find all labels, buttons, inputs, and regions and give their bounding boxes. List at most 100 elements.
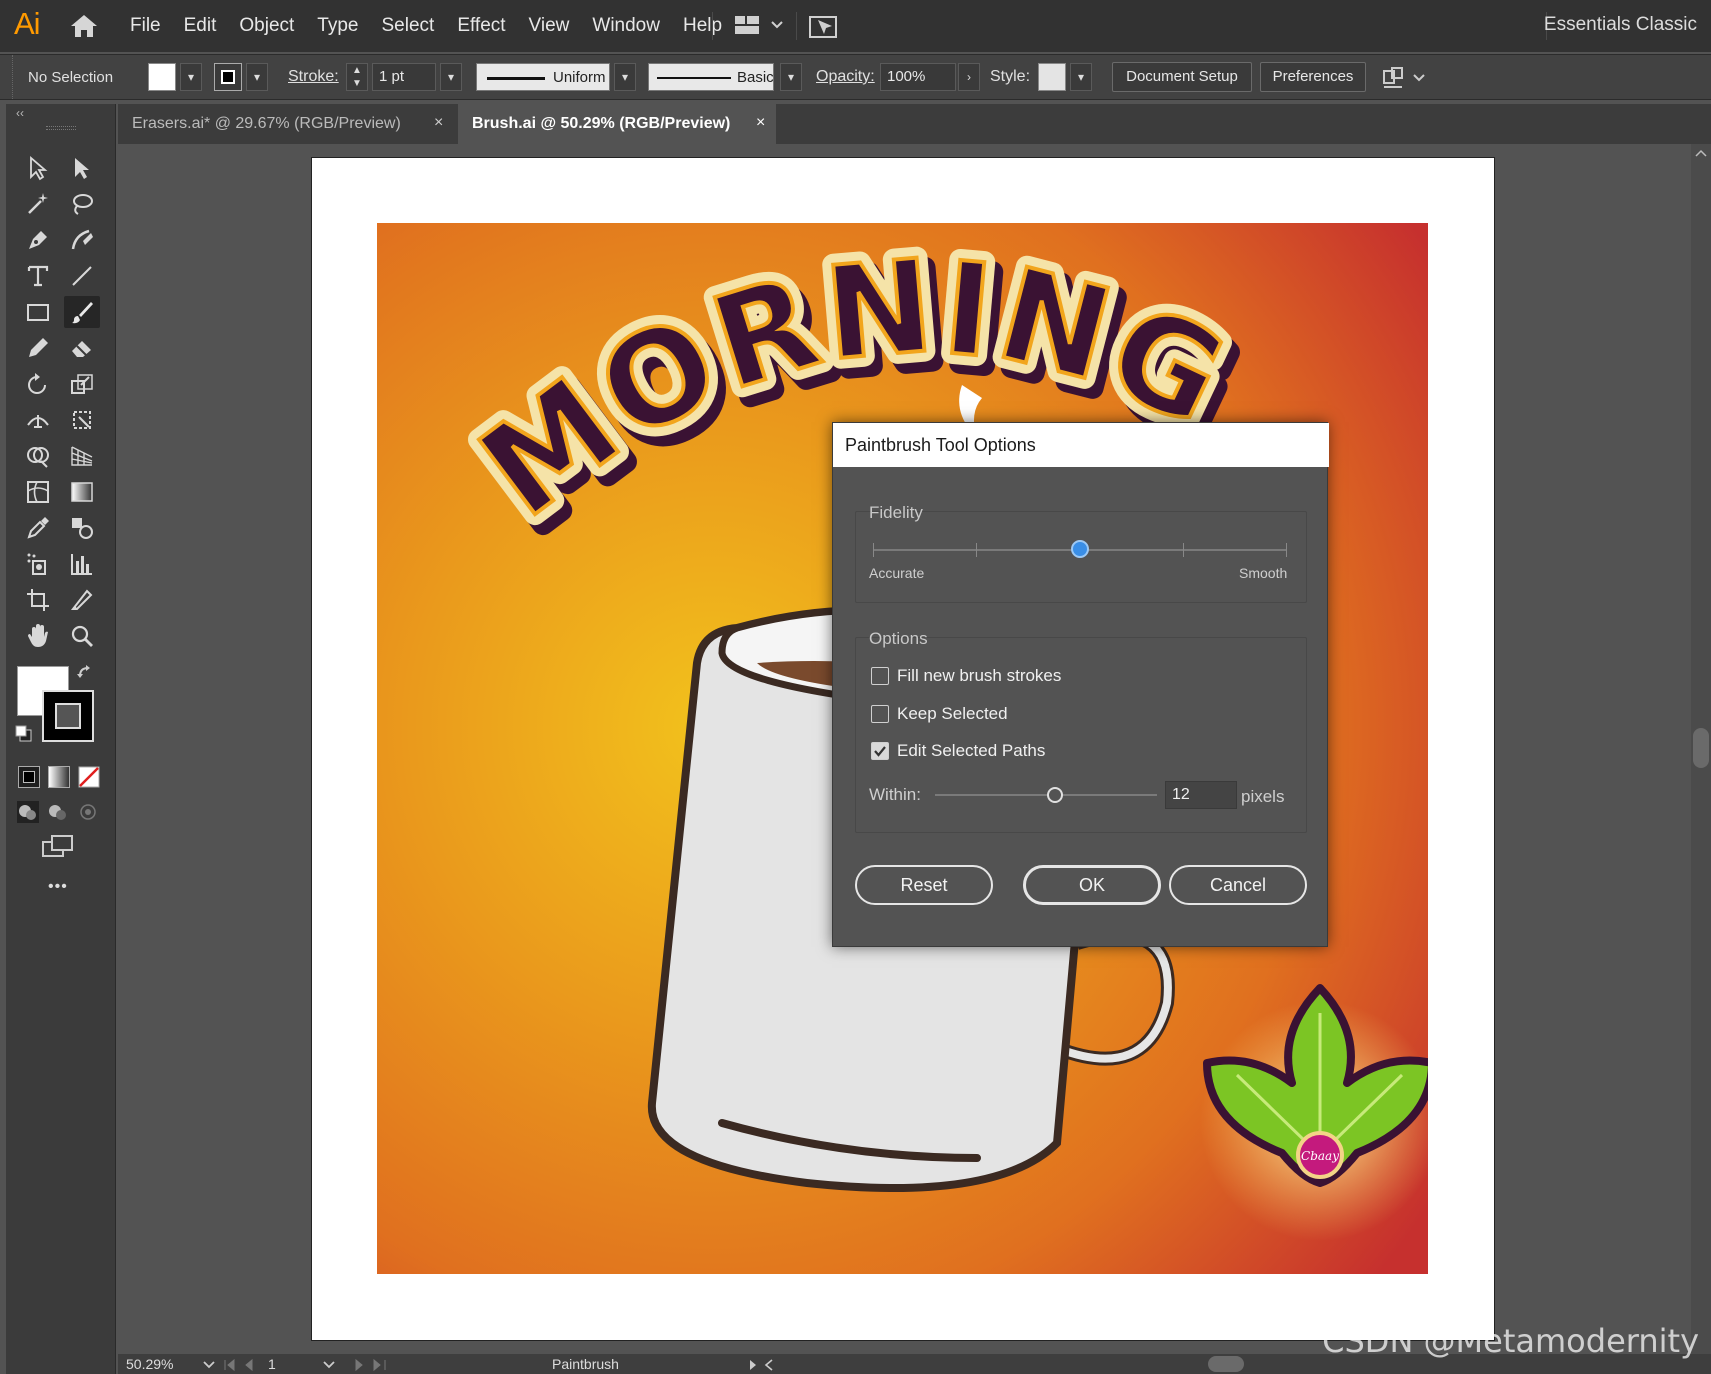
edit-toolbar-button[interactable]: ••• [48,878,68,896]
fidelity-slider-thumb[interactable] [1071,540,1089,558]
fill-dropdown[interactable]: ▾ [180,63,202,91]
stroke-label[interactable]: Stroke: [288,68,339,86]
tab-brush-close-icon[interactable]: × [756,114,765,132]
keep-selected-label[interactable]: Keep Selected [897,704,1008,724]
tab-brush[interactable]: Brush.ai @ 50.29% (RGB/Preview) [458,104,776,144]
zoom-level[interactable]: 50.29% [126,1356,173,1372]
chevron-down-icon[interactable] [1412,65,1426,91]
cancel-button[interactable]: Cancel [1169,865,1307,905]
gradient-tool[interactable] [64,476,100,508]
arrange-icon[interactable] [1380,65,1406,91]
document-setup-button[interactable]: Document Setup [1112,62,1252,92]
draw-inside-icon[interactable] [76,800,100,824]
hand-tool[interactable] [20,620,56,652]
menu-file[interactable]: File [130,15,161,37]
artboard-number[interactable]: 1 [268,1356,276,1372]
edit-selected-paths-checkbox[interactable] [871,742,889,760]
shape-builder-tool[interactable] [20,440,56,472]
opacity-field[interactable]: 100% [880,63,956,91]
opacity-label[interactable]: Opacity: [816,68,875,86]
menu-effect[interactable]: Effect [457,15,505,37]
within-pixels-input[interactable]: 12 [1165,781,1237,809]
style-swatch[interactable] [1038,63,1066,91]
stroke-weight-dropdown[interactable]: ▾ [440,63,462,91]
column-graph-tool[interactable] [64,548,100,580]
stroke-weight-field[interactable]: 1 pt [372,63,436,91]
line-segment-tool[interactable] [64,260,100,292]
home-icon[interactable] [68,12,100,40]
fill-new-brush-strokes-label[interactable]: Fill new brush strokes [897,666,1061,686]
eyedropper-tool[interactable] [20,512,56,544]
swap-fill-stroke-icon[interactable] [76,664,96,684]
scale-tool[interactable] [64,368,100,400]
menu-object[interactable]: Object [239,15,294,37]
stroke-dropdown[interactable]: ▾ [246,63,268,91]
paintbrush-tool[interactable] [64,296,100,328]
eraser-tool[interactable] [64,332,100,364]
chevron-down-icon[interactable] [202,1358,216,1372]
stroke-color-box[interactable] [42,690,94,742]
vertical-scroll-thumb[interactable] [1693,728,1709,768]
horizontal-scroll-thumb[interactable] [1208,1356,1244,1372]
zoom-tool[interactable] [64,620,100,652]
rectangle-tool[interactable] [20,296,56,328]
status-menu-arrows-icon[interactable] [746,1358,776,1372]
pen-tool[interactable] [20,224,56,256]
scroll-up-icon[interactable] [1695,148,1707,158]
menu-select[interactable]: Select [382,15,435,37]
menu-type[interactable]: Type [317,15,358,37]
menu-edit[interactable]: Edit [184,15,217,37]
fill-new-brush-strokes-checkbox[interactable] [871,667,889,685]
workspace-switcher[interactable]: Essentials Classic [1544,14,1697,36]
gpu-performance-icon[interactable] [808,14,838,40]
curvature-tool[interactable] [64,224,100,256]
screen-mode-icon[interactable] [40,832,76,862]
first-previous-artboard-icon[interactable] [222,1358,262,1372]
opacity-arrow[interactable]: › [958,63,980,91]
keep-selected-checkbox[interactable] [871,705,889,723]
lasso-tool[interactable] [64,188,100,220]
stroke-swatch[interactable] [214,63,242,91]
blend-tool[interactable] [64,512,100,544]
direct-selection-tool[interactable] [64,152,100,184]
current-tool-status[interactable]: Paintbrush [552,1356,619,1372]
profile-dropdown[interactable]: ▾ [614,63,636,91]
magic-wand-tool[interactable] [20,188,56,220]
brush-dropdown[interactable]: ▾ [780,63,802,91]
width-tool[interactable] [20,404,56,436]
variable-width-profile[interactable]: Uniform [476,63,610,91]
perspective-grid-tool[interactable] [64,440,100,472]
selection-tool[interactable] [20,152,56,184]
style-dropdown[interactable]: ▾ [1070,63,1092,91]
ok-button[interactable]: OK [1023,865,1161,905]
gradient-mode-button[interactable] [48,766,70,788]
none-mode-icon[interactable] [78,766,100,788]
collapse-panel-button[interactable]: ‹‹ [16,106,24,120]
panel-grip[interactable] [46,126,76,130]
color-mode-button[interactable] [18,766,40,788]
mesh-tool[interactable] [20,476,56,508]
reset-button[interactable]: Reset [855,865,993,905]
tab-erasers-close-icon[interactable]: × [434,114,443,132]
slice-tool[interactable] [64,584,100,616]
next-last-artboard-icon[interactable] [350,1358,390,1372]
stroke-weight-stepper[interactable]: ▲ ▼ [346,63,368,91]
control-bar-grip[interactable] [12,55,16,99]
edit-selected-paths-label[interactable]: Edit Selected Paths [897,741,1045,761]
chevron-down-icon[interactable] [770,14,784,36]
draw-normal-icon[interactable] [16,800,40,824]
within-slider-thumb[interactable] [1047,787,1063,803]
menu-help[interactable]: Help [683,15,722,37]
shaper-tool[interactable] [20,332,56,364]
free-transform-tool[interactable] [64,404,100,436]
type-tool[interactable] [20,260,56,292]
rotate-tool[interactable] [20,368,56,400]
menu-view[interactable]: View [529,15,570,37]
preferences-button[interactable]: Preferences [1260,62,1366,92]
menu-window[interactable]: Window [592,15,660,37]
within-slider-track[interactable] [935,794,1157,796]
arrange-documents-icon[interactable] [734,14,760,36]
symbol-sprayer-tool[interactable] [20,548,56,580]
default-fill-stroke-icon[interactable] [14,724,34,744]
artboard-tool[interactable] [20,584,56,616]
